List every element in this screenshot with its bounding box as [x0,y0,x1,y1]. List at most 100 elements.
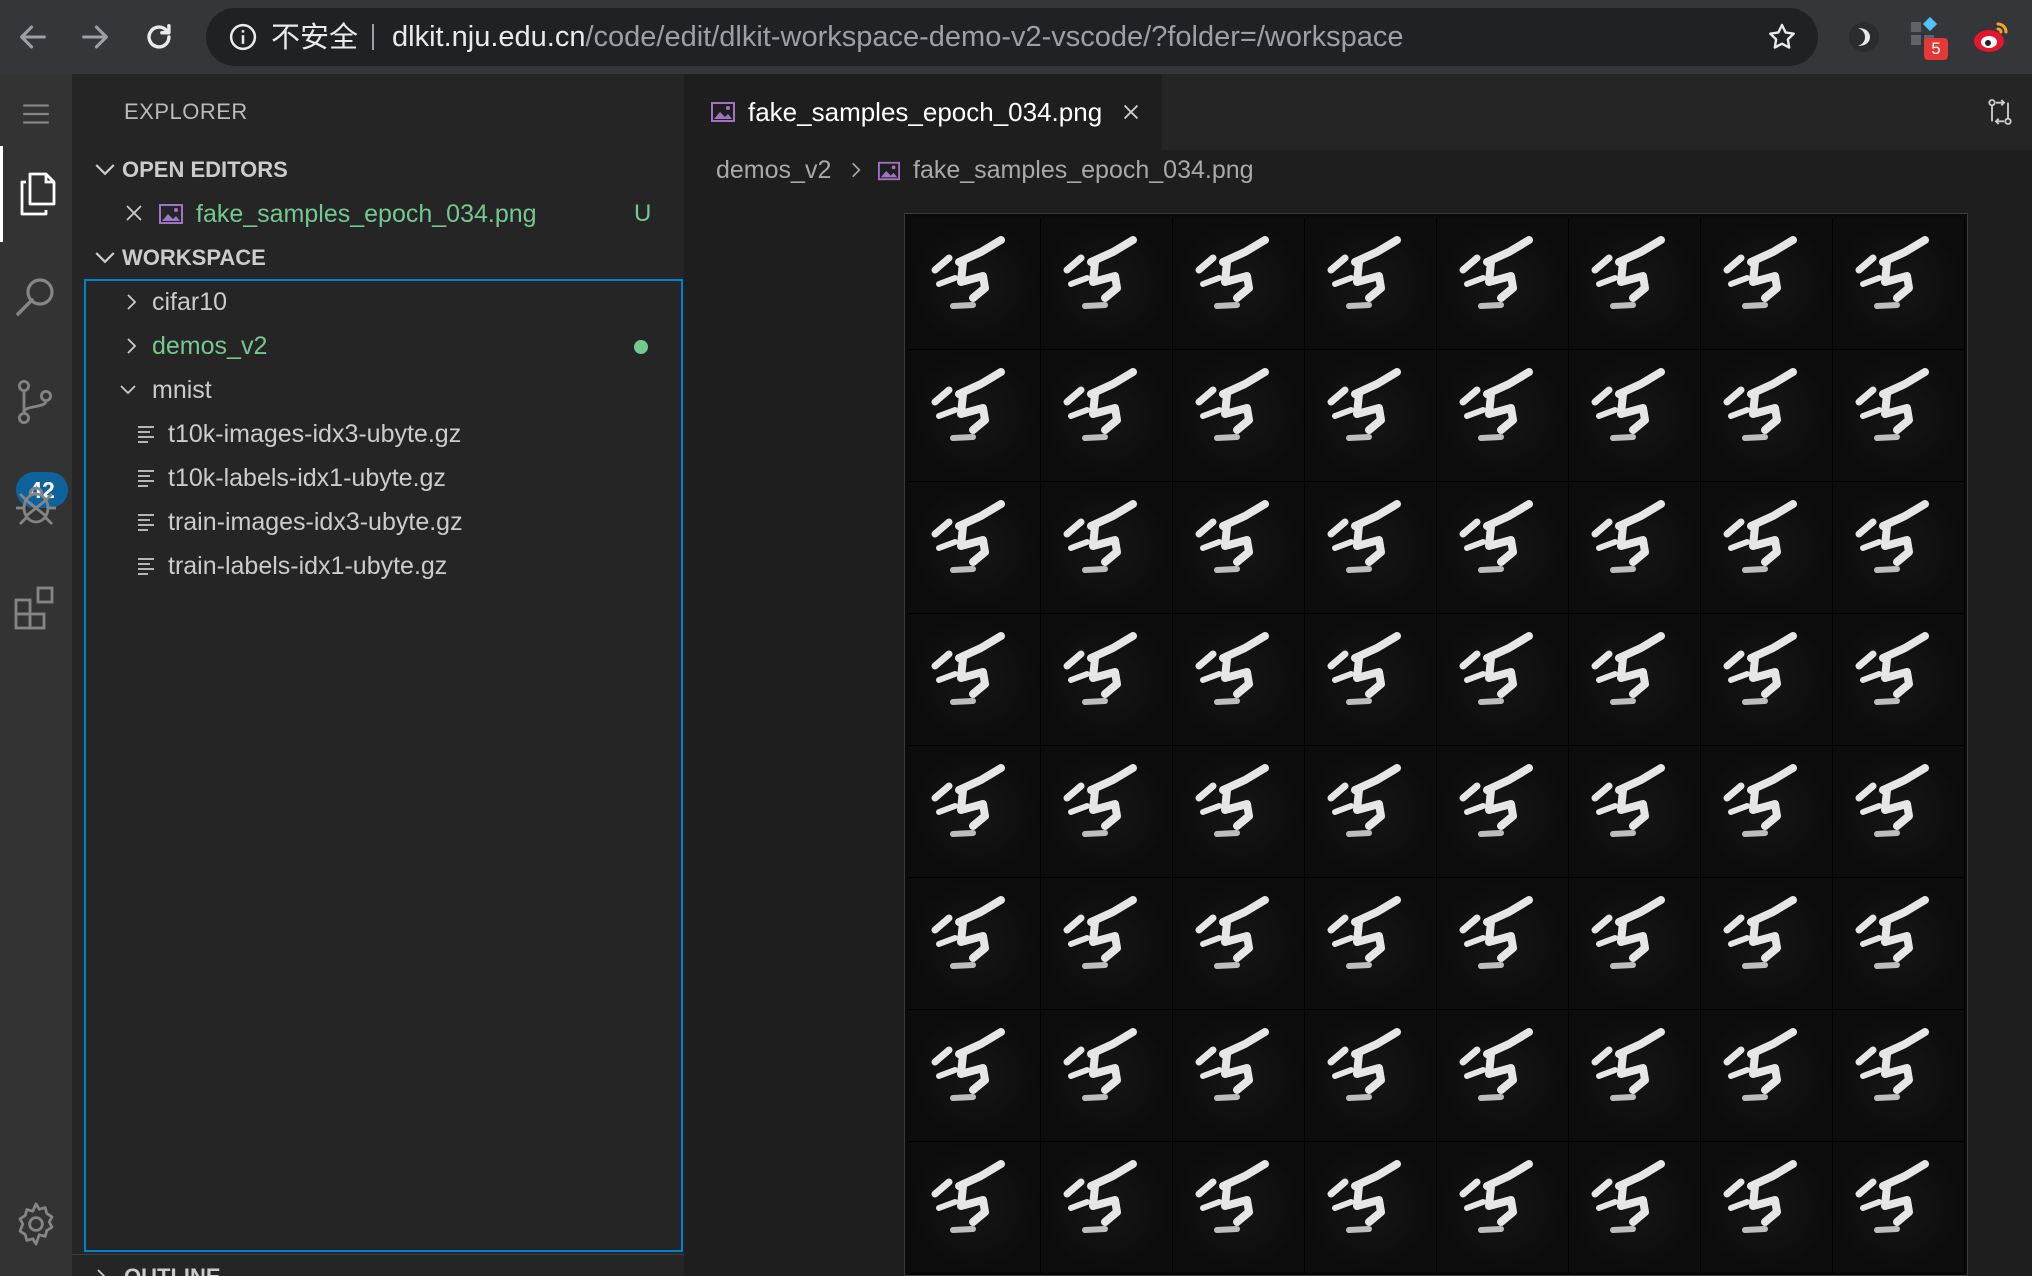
sample-cell [1041,878,1173,1010]
tree-label: t10k-images-idx3-ubyte.gz [168,420,462,448]
extensions-activity[interactable] [0,560,72,656]
sample-cell [1833,350,1965,482]
weibo-button[interactable] [1970,16,2012,58]
sample-cell [909,1010,1041,1142]
tree-file[interactable]: train-images-idx3-ubyte.gz [72,500,684,544]
back-button[interactable] [4,8,62,66]
sample-cell [909,1142,1041,1274]
git-status-untracked: U [634,200,652,227]
extension-grid-button[interactable]: 5 [1908,16,1950,60]
image-preview [904,213,1968,1276]
open-editors-header[interactable]: OPEN EDITORS [72,148,684,192]
sample-cell [1437,482,1569,614]
sample-cell [1173,1010,1305,1142]
sample-cell [1305,878,1437,1010]
source-control-activity[interactable] [0,354,72,450]
text-file-icon [138,426,154,443]
tree-file[interactable]: t10k-images-idx3-ubyte.gz [72,412,684,456]
menu-button[interactable] [0,74,72,154]
sample-cell [1569,1010,1701,1142]
sample-cell [1701,1142,1833,1274]
open-editor-item[interactable]: fake_samples_epoch_034.png U [72,192,684,236]
tree-file[interactable]: train-labels-idx1-ubyte.gz [72,544,684,588]
sample-cell [1437,746,1569,878]
sample-grid [909,218,1965,1274]
editor-tab-bar: fake_samples_epoch_034.png [684,74,2032,150]
sample-cell [1041,1142,1173,1274]
info-icon[interactable] [228,22,258,52]
chevron-right-icon [852,162,861,178]
sample-cell [1437,614,1569,746]
activity-bar: 42 [0,74,72,1276]
tree-folder-mnist[interactable]: mnist [72,368,684,412]
chevron-down-icon [95,252,115,264]
sample-cell [1701,614,1833,746]
sample-cell [909,350,1041,482]
weibo-icon [1974,22,2008,52]
tree-folder-demos-v2[interactable]: demos_v2 [72,324,684,368]
sample-cell [1041,1010,1173,1142]
tree-label: train-images-idx3-ubyte.gz [168,508,463,536]
sample-cell [1305,350,1437,482]
sidebar-title: EXPLORER [124,99,248,124]
sample-cell [1437,1142,1569,1274]
tree-label: train-labels-idx1-ubyte.gz [168,552,448,580]
sample-cell [1041,218,1173,350]
outline-header[interactable]: OUTLINE [72,1254,684,1276]
workspace-header[interactable]: WORKSPACE [72,236,684,280]
sample-cell [1305,482,1437,614]
chevron-down-icon [95,164,115,176]
open-editor-filename: fake_samples_epoch_034.png [196,200,537,228]
debug-icon [16,486,56,525]
explorer-activity[interactable] [0,146,72,242]
extension-button[interactable] [1843,16,1885,58]
tree-label: cifar10 [152,288,228,316]
close-icon[interactable] [122,201,146,225]
sample-cell [1041,482,1173,614]
open-changes-icon[interactable] [1984,96,2016,128]
sample-cell [1701,1010,1833,1142]
address-bar[interactable]: 不安全 dlkit.nju.edu.cn/code/edit/dlkit-wor… [206,8,1818,66]
star-icon[interactable] [1766,21,1798,53]
breadcrumb-file[interactable]: fake_samples_epoch_034.png [913,150,1254,190]
url-text[interactable]: dlkit.nju.edu.cn/code/edit/dlkit-workspa… [392,8,1404,66]
tree-folder-cifar10[interactable]: cifar10 [72,280,684,324]
text-file-icon [138,514,154,531]
close-icon[interactable] [1120,101,1142,123]
tree-label: demos_v2 [152,332,268,360]
breadcrumb-folder[interactable]: demos_v2 [716,150,831,190]
reload-button[interactable] [130,8,188,66]
sample-cell [1701,746,1833,878]
sample-cell [1173,878,1305,1010]
sample-cell [1173,1142,1305,1274]
extensions-icon [14,586,54,630]
extension-icon [1849,22,1879,52]
forward-button[interactable] [66,8,124,66]
sample-cell [1569,218,1701,350]
url-path: /code/edit/dlkit-workspace-demo-v2-vscod… [585,21,1404,53]
text-file-icon [138,558,154,575]
sample-cell [1173,482,1305,614]
sample-cell [1701,350,1833,482]
menu-icon [23,104,49,124]
settings-button[interactable] [0,1184,72,1264]
forward-arrow-icon [82,25,108,49]
tree-label: mnist [152,376,212,404]
sample-cell [1041,614,1173,746]
sample-cell [909,746,1041,878]
search-activity[interactable] [0,250,72,346]
sample-cell [1701,482,1833,614]
sample-cell [1437,218,1569,350]
files-icon [20,172,55,216]
tab-fake-samples[interactable]: fake_samples_epoch_034.png [684,74,1162,150]
sample-cell [909,218,1041,350]
tree-file[interactable]: t10k-labels-idx1-ubyte.gz [72,456,684,500]
sample-cell [1833,1010,1965,1142]
sample-cell [1569,1142,1701,1274]
open-editors-label: OPEN EDITORS [122,157,288,182]
omnibox-divider [372,24,374,50]
workspace-label: WORKSPACE [122,245,266,270]
sample-cell [1569,482,1701,614]
sample-cell [1833,878,1965,1010]
debug-activity[interactable] [0,458,72,554]
